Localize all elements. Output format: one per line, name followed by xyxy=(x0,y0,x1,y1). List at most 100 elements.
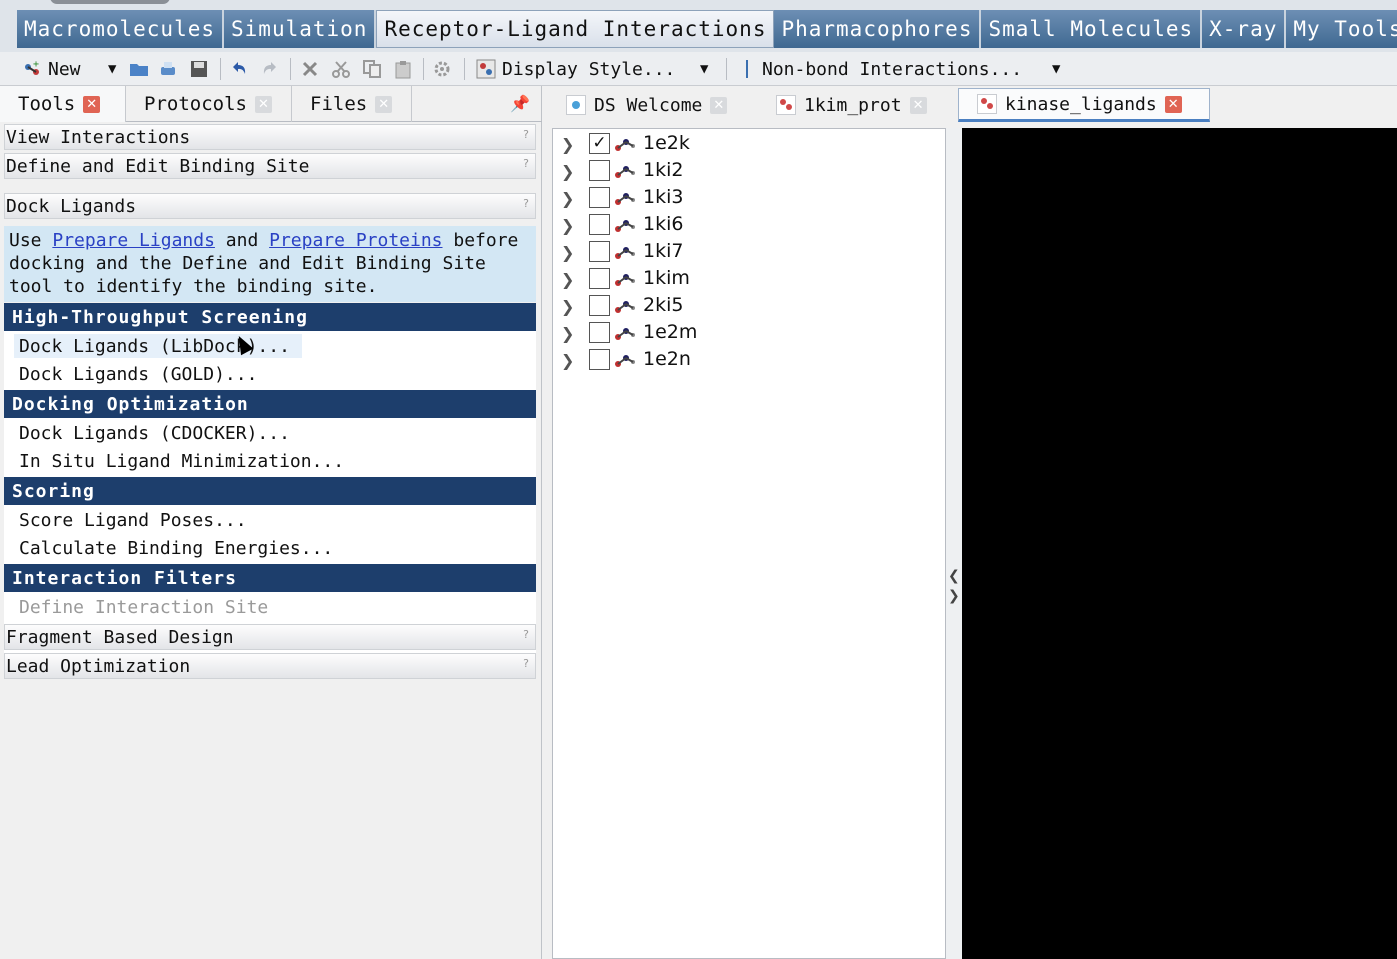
open-folder-icon[interactable] xyxy=(129,56,149,82)
undo-icon[interactable] xyxy=(229,56,249,82)
doc-tab-label: kinase_ligands xyxy=(1005,93,1157,115)
list-item[interactable]: ❯ 1ki2 xyxy=(553,158,945,184)
tool-in-situ-ligand-minimization[interactable]: In Situ Ligand Minimization... xyxy=(19,449,344,473)
close-icon[interactable]: ✕ xyxy=(1164,95,1182,113)
menu-tab-macromolecules[interactable]: Macromolecules xyxy=(17,10,225,48)
prepare-ligands-link[interactable]: Prepare Ligands xyxy=(52,230,215,251)
help-icon[interactable]: ? xyxy=(523,197,529,210)
expand-chevron-icon[interactable]: ❯ xyxy=(561,324,574,343)
section-fragment-based-design[interactable]: Fragment Based Design? xyxy=(4,624,536,650)
ligand-molecule-icon xyxy=(615,193,635,205)
close-icon[interactable]: ✕ xyxy=(83,95,101,113)
settings-gear-icon[interactable] xyxy=(432,56,452,82)
close-icon[interactable]: ✕ xyxy=(254,95,272,113)
ligand-molecule-icon xyxy=(615,274,635,286)
section-label: Fragment Based Design xyxy=(6,626,234,648)
expand-chevron-icon[interactable]: ❯ xyxy=(561,189,574,208)
pane-splitter[interactable]: ❮ ❯ xyxy=(946,128,962,959)
redo-icon[interactable] xyxy=(260,56,280,82)
expand-chevron-icon[interactable]: ❯ xyxy=(561,351,574,370)
panel-tabs: Tools ✕ Protocols ✕ Files ✕ 📌 xyxy=(0,86,542,122)
visibility-checkbox[interactable] xyxy=(589,214,610,235)
expand-chevron-icon[interactable]: ❯ xyxy=(561,243,574,262)
visibility-checkbox[interactable] xyxy=(589,268,610,289)
help-icon[interactable]: ? xyxy=(523,628,529,641)
visibility-checkbox[interactable] xyxy=(589,187,610,208)
tab-files[interactable]: Files ✕ xyxy=(292,86,412,122)
list-item[interactable]: ❯ 1ki7 xyxy=(553,239,945,265)
visibility-checkbox[interactable] xyxy=(589,241,610,262)
menu-tab-small-molecules[interactable]: Small Molecules xyxy=(981,10,1203,48)
expand-chevron-icon[interactable]: ❯ xyxy=(561,270,574,289)
list-item[interactable]: ❯ 1e2m xyxy=(553,320,945,346)
tool-score-ligand-poses[interactable]: Score Ligand Poses... xyxy=(19,508,247,532)
visibility-checkbox[interactable] xyxy=(589,349,610,370)
expand-chevron-icon[interactable]: ❯ xyxy=(561,162,574,181)
pin-icon[interactable]: 📌 xyxy=(510,94,530,113)
paste-icon[interactable] xyxy=(393,56,413,82)
visibility-checkbox[interactable] xyxy=(589,160,610,181)
section-define-binding-site[interactable]: Define and Edit Binding Site? xyxy=(4,153,536,179)
tool-dock-ligands-libdock[interactable]: Dock Ligands (LibDock)... xyxy=(14,334,302,358)
display-style-dropdown-icon[interactable]: ▼ xyxy=(700,56,708,82)
prepare-proteins-link[interactable]: Prepare Proteins xyxy=(269,230,442,251)
tool-dock-ligands-gold[interactable]: Dock Ligands (GOLD)... xyxy=(19,362,257,386)
help-icon[interactable]: ? xyxy=(523,657,529,670)
visibility-checkbox[interactable] xyxy=(589,322,610,343)
expand-chevron-icon[interactable]: ❯ xyxy=(561,216,574,235)
menu-tab-receptor-ligand[interactable]: Receptor-Ligand Interactions xyxy=(376,10,775,48)
help-icon[interactable]: ? xyxy=(523,157,529,170)
display-style-button[interactable]: Display Style... xyxy=(476,56,675,82)
list-item[interactable]: ❯ 1ki3 xyxy=(553,185,945,211)
close-icon[interactable]: ✕ xyxy=(710,96,728,114)
3d-viewer-canvas[interactable] xyxy=(962,128,1397,959)
nonbond-dropdown-icon[interactable]: ▼ xyxy=(1052,56,1060,82)
close-icon[interactable]: ✕ xyxy=(909,96,927,114)
tab-protocols-label: Protocols xyxy=(144,93,247,115)
doc-tab-ds-welcome[interactable]: DS Welcome ✕ xyxy=(548,88,754,122)
top-menu-bar: Macromolecules Simulation Receptor-Ligan… xyxy=(0,0,1397,52)
new-button[interactable]: + New xyxy=(22,56,81,82)
print-icon[interactable] xyxy=(158,56,178,82)
ligand-name: 1ki6 xyxy=(643,213,684,235)
help-icon[interactable]: ? xyxy=(523,128,529,141)
ligand-name: 1e2n xyxy=(643,348,691,370)
save-icon[interactable] xyxy=(189,56,209,82)
close-icon[interactable]: ✕ xyxy=(375,95,393,113)
tool-define-interaction-site: Define Interaction Site xyxy=(19,596,269,618)
nonbond-icon xyxy=(746,60,748,78)
section-view-interactions[interactable]: View Interactions? xyxy=(4,124,536,150)
list-item[interactable]: ❯ 1e2n xyxy=(553,347,945,373)
list-item[interactable]: ❯ ✓ 1e2k xyxy=(553,131,945,157)
doc-tab-1kim-prot[interactable]: 1kim_prot ✕ xyxy=(758,88,954,122)
new-dropdown-icon[interactable]: ▼ xyxy=(108,56,116,82)
doc-tab-kinase-ligands[interactable]: kinase_ligands ✕ xyxy=(958,88,1210,122)
menu-tab-xray[interactable]: X-ray xyxy=(1202,10,1287,48)
nonbond-interactions-button[interactable]: Non-bond Interactions... xyxy=(746,56,1022,82)
new-button-label: New xyxy=(48,58,81,80)
copy-icon[interactable] xyxy=(362,56,382,82)
menu-tab-my-tools[interactable]: My Tools xyxy=(1286,10,1397,48)
menu-tab-pharmacophores[interactable]: Pharmacophores xyxy=(774,10,982,48)
tool-dock-ligands-cdocker[interactable]: Dock Ligands (CDOCKER)... xyxy=(19,421,290,445)
section-dock-ligands[interactable]: Dock Ligands? xyxy=(4,193,536,219)
list-item[interactable]: ❯ 2ki5 xyxy=(553,293,945,319)
list-item[interactable]: ❯ 1kim xyxy=(553,266,945,292)
expand-chevron-icon[interactable]: ❯ xyxy=(561,297,574,316)
doc-tab-label: DS Welcome xyxy=(594,94,703,116)
tab-protocols[interactable]: Protocols ✕ xyxy=(126,86,292,122)
expand-right-icon[interactable]: ❯ xyxy=(948,588,960,604)
section-lead-optimization[interactable]: Lead Optimization? xyxy=(4,653,536,679)
visibility-checkbox[interactable]: ✓ xyxy=(589,133,610,154)
tab-tools[interactable]: Tools ✕ xyxy=(0,86,126,122)
display-style-icon xyxy=(476,59,496,79)
delete-icon[interactable] xyxy=(300,56,320,82)
collapse-left-icon[interactable]: ❮ xyxy=(948,568,960,584)
menu-tab-simulation[interactable]: Simulation xyxy=(224,10,377,48)
cut-icon[interactable] xyxy=(331,56,351,82)
visibility-checkbox[interactable] xyxy=(589,295,610,316)
expand-chevron-icon[interactable]: ❯ xyxy=(561,135,574,154)
molecule-window-icon xyxy=(776,95,796,115)
tool-calculate-binding-energies[interactable]: Calculate Binding Energies... xyxy=(19,536,333,560)
list-item[interactable]: ❯ 1ki6 xyxy=(553,212,945,238)
